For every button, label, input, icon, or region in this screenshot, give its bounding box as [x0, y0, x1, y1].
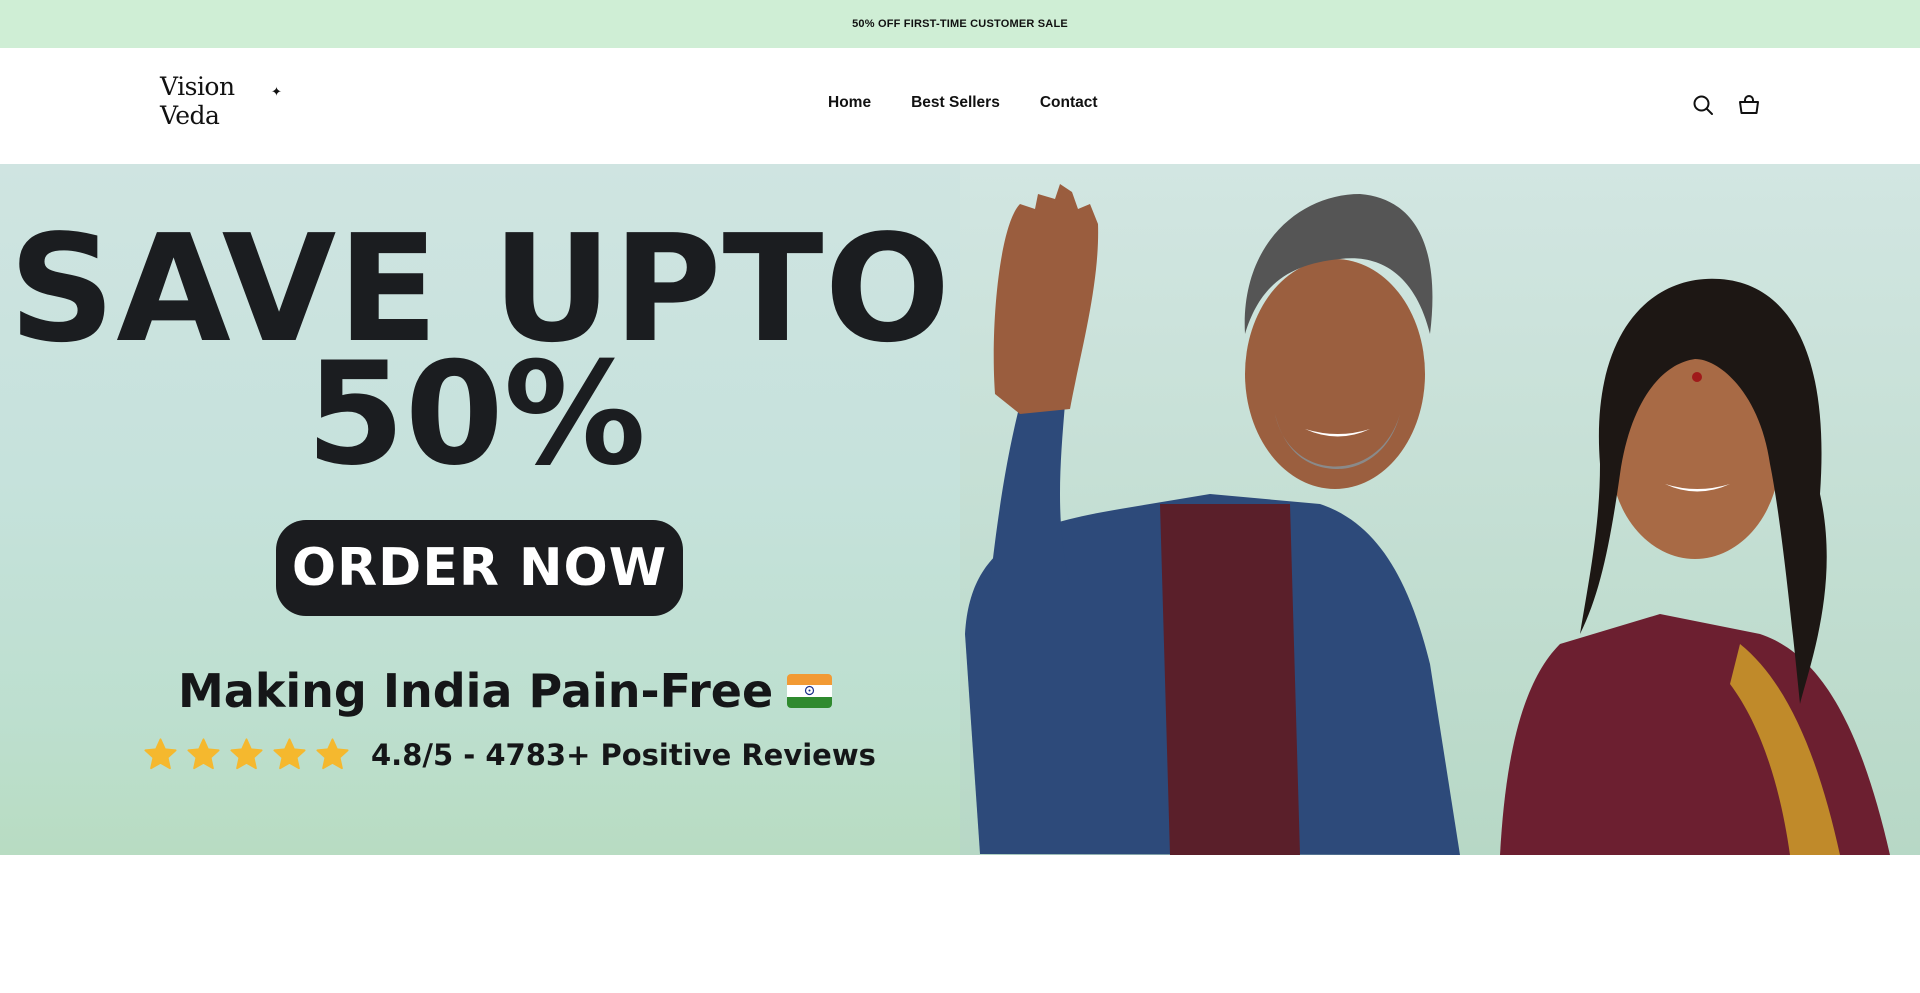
hero-discount: 50%	[306, 332, 646, 497]
search-icon[interactable]	[1691, 93, 1715, 117]
order-now-button[interactable]: ORDER NOW	[276, 520, 683, 616]
logo[interactable]: Vision Veda ✦	[160, 70, 288, 132]
star-icon	[316, 738, 349, 770]
hero-photo	[960, 164, 1920, 855]
site-header: Vision Veda ✦ Home Best Sellers Contact	[0, 48, 1920, 164]
cart-icon[interactable]	[1737, 93, 1761, 117]
hero-banner[interactable]: SAVE UPTO 50% ORDER NOW Making India Pai…	[0, 164, 1920, 855]
star-icon	[273, 738, 306, 770]
announcement-text: 50% OFF FIRST-TIME CUSTOMER SALE	[852, 18, 1068, 30]
logo-text: Vision Veda	[160, 72, 235, 130]
main-nav: Home Best Sellers Contact	[828, 94, 1098, 112]
nav-best-sellers[interactable]: Best Sellers	[911, 94, 1000, 112]
rating-text: 4.8/5 - 4783+ Positive Reviews	[371, 737, 876, 772]
star-icon	[144, 738, 177, 770]
rating-row: 4.8/5 - 4783+ Positive Reviews	[142, 736, 876, 773]
rating-stars	[142, 736, 351, 773]
star-icon	[230, 738, 263, 770]
page-content-blank	[0, 855, 1920, 993]
nav-contact[interactable]: Contact	[1040, 94, 1098, 112]
hero-tagline: Making India Pain-Free	[178, 664, 833, 718]
nav-home[interactable]: Home	[828, 94, 871, 112]
india-flag-icon	[787, 674, 833, 708]
order-now-label: ORDER NOW	[291, 538, 668, 598]
tagline-text: Making India Pain-Free	[178, 664, 774, 718]
star-icon	[187, 738, 220, 770]
announcement-bar: 50% OFF FIRST-TIME CUSTOMER SALE	[0, 0, 1920, 48]
hero-text: SAVE UPTO 50% ORDER NOW Making India Pai…	[0, 164, 960, 855]
sparkle-icon: ✦	[271, 84, 282, 99]
